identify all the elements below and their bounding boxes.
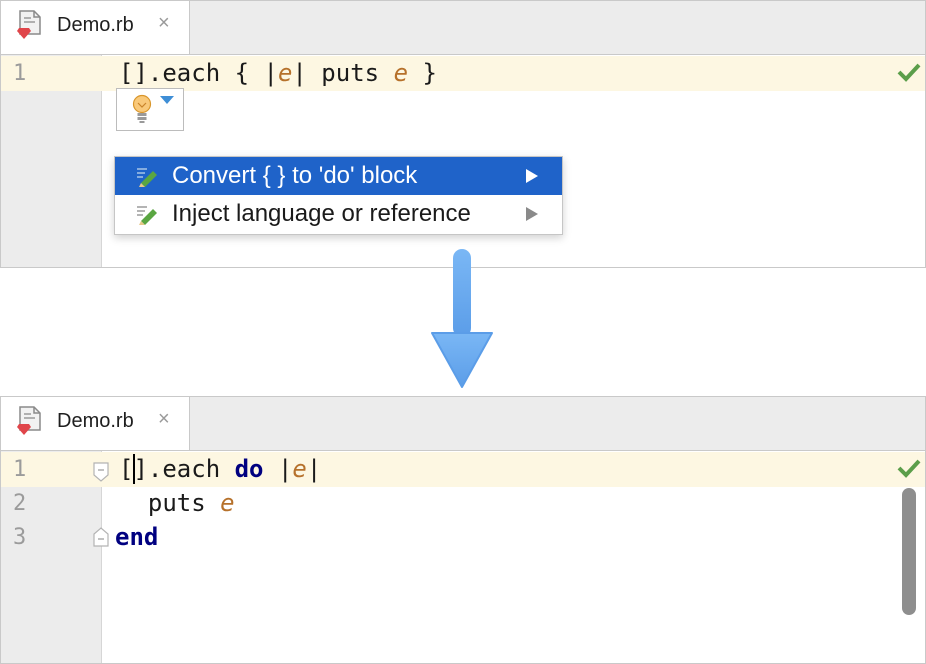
ruby-file-icon bbox=[17, 406, 41, 435]
menu-item-label: Inject language or reference bbox=[172, 200, 471, 227]
code-token: } bbox=[408, 59, 437, 87]
bottom-editor: Demo.rb × 1 2 3 [].each do |e| puts e en… bbox=[0, 396, 926, 664]
code-token: | bbox=[306, 455, 322, 483]
code-token: [].each { | bbox=[119, 59, 278, 87]
code-line-1[interactable]: [].each { |e| puts e } bbox=[119, 59, 437, 87]
code-token: | bbox=[263, 455, 293, 483]
tab-demo-rb[interactable]: Demo.rb × bbox=[1, 397, 190, 450]
code-token: | puts bbox=[292, 59, 394, 87]
tab-bar: Demo.rb × bbox=[1, 1, 925, 55]
code-line-2[interactable]: puts e bbox=[119, 489, 235, 517]
ruby-file-icon bbox=[17, 10, 41, 39]
code-line-3[interactable]: end bbox=[115, 523, 158, 551]
top-editor: Demo.rb × 1 [].each { |e| puts e } Conve… bbox=[0, 0, 926, 268]
code-keyword: end bbox=[115, 523, 159, 551]
fold-start-icon[interactable] bbox=[92, 462, 110, 482]
fold-end-icon[interactable] bbox=[92, 527, 110, 547]
check-icon bbox=[897, 63, 921, 82]
pencil-icon bbox=[137, 168, 157, 187]
tab-title: Demo.rb bbox=[57, 14, 134, 36]
line-number: 2 bbox=[13, 491, 27, 516]
intention-popup: Convert { } to 'do' block Inject languag… bbox=[114, 156, 563, 235]
menu-item-label: Convert { } to 'do' block bbox=[172, 162, 418, 189]
code-variable: e bbox=[292, 455, 307, 483]
menu-item-convert-to-do-block[interactable]: Convert { } to 'do' block bbox=[115, 157, 562, 195]
pencil-icon bbox=[137, 206, 157, 225]
check-icon bbox=[897, 459, 921, 478]
code-token: puts bbox=[119, 489, 221, 517]
vertical-scrollbar[interactable] bbox=[902, 488, 916, 615]
arrow-down-icon bbox=[431, 249, 493, 388]
tab-bar: Demo.rb × bbox=[1, 397, 925, 451]
code-variable: e bbox=[393, 59, 409, 87]
menu-item-inject-language[interactable]: Inject language or reference bbox=[115, 195, 562, 233]
line-number: 1 bbox=[13, 61, 27, 86]
close-icon[interactable]: × bbox=[158, 13, 170, 33]
arrow-right-icon bbox=[526, 169, 538, 183]
lightbulb-icon bbox=[132, 94, 152, 123]
tab-title: Demo.rb bbox=[57, 410, 134, 432]
line-number: 1 bbox=[13, 457, 27, 482]
code-line-1[interactable]: [].each do |e| bbox=[119, 455, 321, 483]
intention-bulb-button[interactable] bbox=[116, 88, 184, 131]
tab-demo-rb[interactable]: Demo.rb × bbox=[1, 1, 190, 54]
text-caret bbox=[133, 454, 135, 484]
code-variable: e bbox=[277, 59, 293, 87]
arrow-right-icon bbox=[526, 207, 538, 221]
code-variable: e bbox=[220, 489, 235, 517]
line-number: 3 bbox=[13, 525, 27, 550]
code-token: .each bbox=[147, 455, 235, 483]
triangle-down-icon[interactable] bbox=[160, 96, 174, 105]
close-icon[interactable]: × bbox=[158, 409, 170, 429]
code-keyword: do bbox=[234, 455, 264, 483]
